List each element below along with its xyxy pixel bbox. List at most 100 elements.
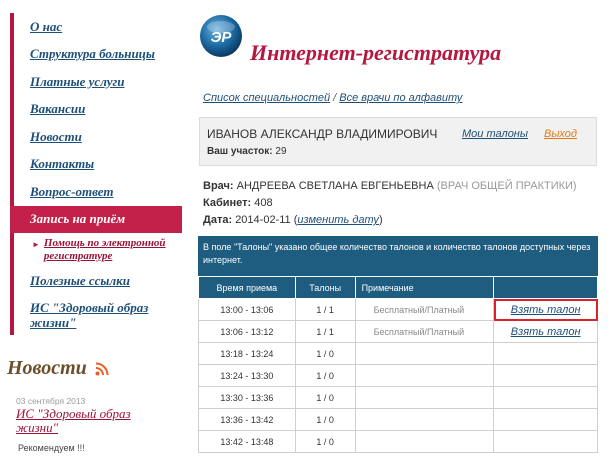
sidebar-item-label[interactable]: Вопрос-ответ (30, 184, 113, 200)
cell-time: 13:00 - 13:06 (198, 298, 296, 321)
cell-note (354, 364, 495, 387)
sidebar-item-paid-services[interactable]: Платные услуги (14, 68, 182, 96)
cell-note (354, 408, 495, 431)
table-row: 13:24 - 13:30 1 / 0 (198, 364, 598, 387)
sidebar-item-faq[interactable]: Вопрос-ответ (14, 178, 182, 206)
cell-time: 13:36 - 13:42 (198, 408, 296, 431)
logo-text: ЭР (211, 29, 233, 46)
user-name: ИВАНОВ АЛЕКСАНДР ВЛАДИМИРОВИЧ (207, 127, 438, 141)
cell-note: Бесплатный/Платный (354, 320, 495, 343)
date-line: Дата: 2014-02-11 (изменить дату) (203, 214, 383, 226)
sidebar-item-news[interactable]: Новости (14, 123, 182, 151)
cell-action: Взять талон (493, 320, 598, 343)
date-value: 2014-02-11 (235, 214, 291, 226)
cell-note (354, 386, 495, 409)
cell-time: 13:30 - 13:36 (198, 386, 296, 409)
sidebar: О нас Структура больницы Платные услуги … (10, 13, 182, 335)
change-date-link[interactable]: изменить дату (297, 214, 379, 226)
table-row: 13:30 - 13:36 1 / 0 (198, 386, 598, 409)
table-row: 13:18 - 13:24 1 / 0 (198, 342, 598, 365)
col-header-action (493, 276, 598, 299)
col-header-time: Время приема (198, 276, 296, 299)
sidebar-item-appointment[interactable]: Запись на приём (10, 205, 182, 233)
sidebar-item-label[interactable]: ИС "Здоровый образ жизни" (30, 300, 182, 330)
room-label: Кабинет: (203, 197, 252, 209)
cell-note (354, 342, 495, 365)
user-section-label: Ваш участок: (207, 146, 273, 157)
room-line: Кабинет: 408 (203, 197, 273, 209)
cell-action (493, 342, 598, 365)
sidebar-item-label[interactable]: Полезные ссылки (30, 273, 130, 289)
date-label: Дата: (203, 214, 233, 226)
sidebar-item-healthy-lifestyle[interactable]: ИС "Здоровый образ жизни" (14, 295, 182, 335)
slots-table: Время приема Талоны Примечание 13:00 - 1… (198, 276, 598, 453)
doctor-label: Врач: (203, 180, 234, 192)
sidebar-item-useful-links[interactable]: Полезные ссылки (14, 267, 182, 295)
sidebar-subitem-help[interactable]: ► Помощь по электронной регистратуре (14, 233, 182, 267)
sidebar-item-label[interactable]: Платные услуги (30, 74, 125, 90)
sidebar-item-label[interactable]: Новости (30, 129, 82, 145)
breadcrumb-all-doctors[interactable]: Все врачи по алфавиту (339, 92, 462, 104)
site-logo[interactable]: ЭР (199, 14, 243, 58)
breadcrumb: Список специальностей / Все врачи по алф… (203, 92, 462, 104)
logout-link[interactable]: Выход (544, 128, 577, 140)
cell-action: Взять талон (493, 298, 598, 321)
cell-action (493, 408, 598, 431)
col-header-tickets: Талоны (294, 276, 356, 299)
doctor-name: АНДРЕЕВА СВЕТЛАНА ЕВГЕНЬЕВНА (236, 180, 434, 192)
tickets-notice: В поле "Талоны" указано общее количество… (198, 236, 598, 276)
cell-time: 13:42 - 13:48 (198, 430, 296, 453)
cell-tickets: 1 / 0 (294, 386, 356, 409)
room-value: 408 (254, 197, 273, 209)
cell-action (493, 430, 598, 453)
cell-time: 13:24 - 13:30 (198, 364, 296, 387)
my-tickets-link[interactable]: Мои талоны (462, 128, 528, 140)
cell-tickets: 1 / 1 (294, 298, 356, 321)
sidebar-item-label[interactable]: Запись на приём (30, 211, 125, 227)
sidebar-item-about[interactable]: О нас (14, 13, 182, 41)
table-header-row: Время приема Талоны Примечание (198, 276, 598, 299)
news-heading: Новости (7, 357, 109, 380)
news-item-link[interactable]: ИС "Здоровый образ жизни" (16, 407, 166, 435)
news-title: Новости (7, 357, 87, 379)
take-ticket-link[interactable]: Взять талон (511, 304, 581, 316)
sidebar-item-label[interactable]: Структура больницы (30, 46, 155, 62)
user-section-value: 29 (275, 146, 287, 157)
sidebar-item-label[interactable]: Вакансии (30, 101, 85, 117)
col-header-note: Примечание (354, 276, 495, 299)
breadcrumb-separator: / (330, 92, 340, 104)
user-panel: ИВАНОВ АЛЕКСАНДР ВЛАДИМИРОВИЧ Ваш участо… (199, 117, 597, 166)
doctor-line: Врач: АНДРЕЕВА СВЕТЛАНА ЕВГЕНЬЕВНА (ВРАЧ… (203, 180, 577, 192)
breadcrumb-specialties[interactable]: Список специальностей (203, 92, 330, 104)
sidebar-menu: О нас Структура больницы Платные услуги … (10, 13, 182, 335)
sidebar-subitem-label[interactable]: Помощь по электронной регистратуре (44, 237, 182, 263)
cell-tickets: 1 / 0 (294, 430, 356, 453)
cell-note: Бесплатный/Платный (354, 298, 495, 321)
site-title: Интернет-регистратура (250, 40, 502, 65)
sidebar-item-structure[interactable]: Структура больницы (14, 41, 182, 69)
news-date: 03 сентября 2013 (16, 396, 86, 406)
cell-action (493, 364, 598, 387)
doctor-specialty: (ВРАЧ ОБЩЕЙ ПРАКТИКИ) (436, 180, 577, 192)
cell-tickets: 1 / 1 (294, 320, 356, 343)
table-row: 13:42 - 13:48 1 / 0 (198, 430, 598, 453)
cell-note (354, 430, 495, 453)
cell-tickets: 1 / 0 (294, 364, 356, 387)
sidebar-item-vacancies[interactable]: Вакансии (14, 96, 182, 124)
triangle-bullet-icon: ► (32, 240, 40, 249)
table-row: 13:36 - 13:42 1 / 0 (198, 408, 598, 431)
table-row: 13:06 - 13:12 1 / 1 Бесплатный/Платный В… (198, 320, 598, 343)
cell-time: 13:18 - 13:24 (198, 342, 296, 365)
cell-action (493, 386, 598, 409)
user-section: Ваш участок: 29 (207, 146, 287, 157)
sidebar-item-label[interactable]: О нас (30, 19, 62, 35)
cell-tickets: 1 / 0 (294, 408, 356, 431)
news-item-text: Рекомендуем !!! (18, 443, 85, 453)
take-ticket-link[interactable]: Взять талон (511, 326, 581, 338)
table-row: 13:00 - 13:06 1 / 1 Бесплатный/Платный В… (198, 298, 598, 321)
cell-tickets: 1 / 0 (294, 342, 356, 365)
sidebar-item-label[interactable]: Контакты (30, 156, 94, 172)
rss-icon[interactable] (95, 362, 109, 376)
cell-time: 13:06 - 13:12 (198, 320, 296, 343)
sidebar-item-contacts[interactable]: Контакты (14, 151, 182, 179)
